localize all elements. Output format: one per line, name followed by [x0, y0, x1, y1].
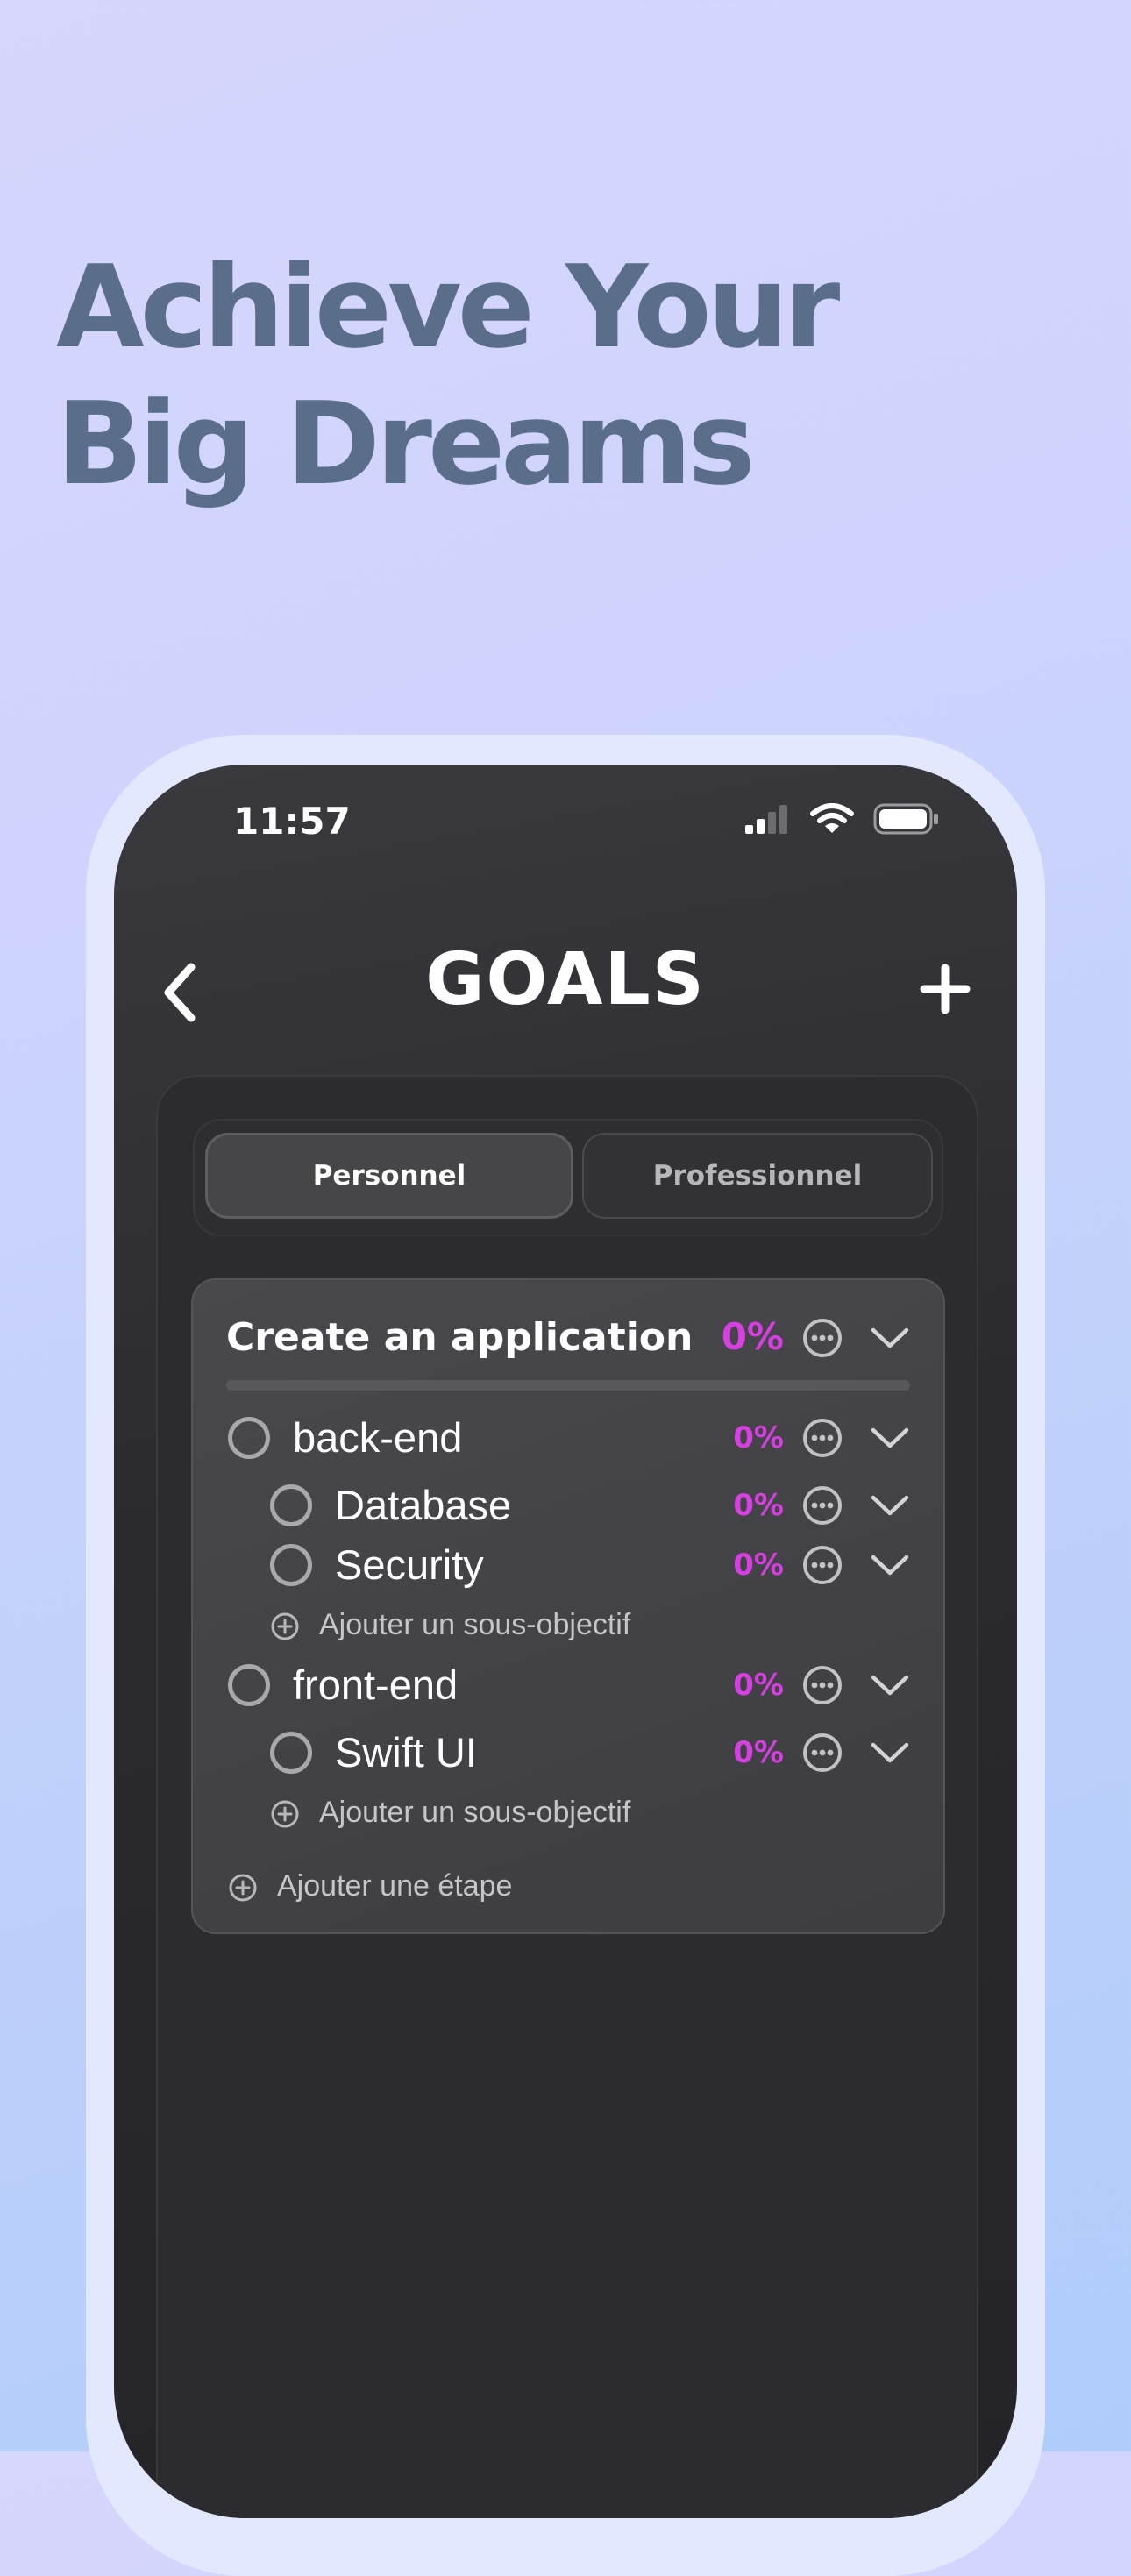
more-circle-icon[interactable]	[801, 1664, 843, 1706]
step-percent-front-end: 0%	[733, 1668, 784, 1703]
chevron-down-icon[interactable]	[870, 1733, 910, 1773]
category-segmented-control: Personnel Professionnel	[193, 1119, 943, 1236]
more-circle-icon[interactable]	[801, 1544, 843, 1586]
step-checkbox-back-end[interactable]	[228, 1417, 270, 1459]
goal-card: Create an application 0% back-end 0% Dat…	[191, 1278, 945, 1934]
more-circle-icon[interactable]	[801, 1732, 843, 1774]
battery-icon	[873, 803, 938, 835]
subgoal-percent-database: 0%	[733, 1488, 784, 1523]
chevron-down-icon[interactable]	[870, 1318, 910, 1358]
more-circle-icon[interactable]	[801, 1417, 843, 1459]
wifi-icon	[810, 803, 854, 833]
subgoal-label-swift-ui: Swift UI	[335, 1729, 477, 1775]
add-subgoal-link-front-end[interactable]: Ajouter un sous-objectif	[319, 1796, 630, 1830]
add-subgoal-link-back-end[interactable]: Ajouter un sous-objectif	[319, 1608, 630, 1642]
subgoal-checkbox-swift-ui[interactable]	[270, 1732, 312, 1774]
chevron-down-icon[interactable]	[870, 1545, 910, 1585]
phone-screen: 11:57 GOALS Personnel Professionnel Crea…	[114, 765, 1017, 2518]
segment-personnel[interactable]: Personnel	[205, 1133, 573, 1219]
goal-percent: 0%	[721, 1315, 784, 1358]
page-title: GOALS	[425, 938, 706, 1021]
step-checkbox-front-end[interactable]	[228, 1664, 270, 1706]
step-label-back-end: back-end	[293, 1414, 463, 1461]
signal-icon	[745, 805, 787, 834]
status-time: 11:57	[233, 800, 351, 843]
subgoal-percent-swift-ui: 0%	[733, 1735, 784, 1770]
status-icons	[743, 803, 940, 835]
subgoal-label-database: Database	[335, 1482, 512, 1528]
segment-professionnel[interactable]: Professionnel	[582, 1133, 933, 1219]
plus-circle-icon[interactable]	[270, 1612, 300, 1641]
more-circle-icon[interactable]	[801, 1484, 843, 1526]
subgoal-label-security: Security	[335, 1541, 484, 1588]
content-card: Personnel Professionnel Create an applic…	[156, 1075, 978, 2518]
chevron-down-icon[interactable]	[870, 1485, 910, 1526]
step-percent-back-end: 0%	[733, 1420, 784, 1455]
plus-icon[interactable]	[919, 963, 971, 1015]
chevron-down-icon[interactable]	[870, 1665, 910, 1705]
add-step-link[interactable]: Ajouter une étape	[277, 1869, 512, 1904]
subgoal-percent-security: 0%	[733, 1548, 784, 1583]
plus-circle-icon[interactable]	[270, 1799, 300, 1829]
step-label-front-end: front-end	[293, 1662, 459, 1708]
goal-progress-bar	[226, 1380, 910, 1391]
headline-line-1: Achieve Your	[56, 240, 840, 374]
subgoal-checkbox-security[interactable]	[270, 1544, 312, 1586]
headline-line-2: Big Dreams	[56, 377, 756, 510]
more-circle-icon[interactable]	[801, 1317, 843, 1359]
subgoal-checkbox-database[interactable]	[270, 1484, 312, 1526]
chevron-down-icon[interactable]	[870, 1418, 910, 1458]
plus-circle-icon[interactable]	[228, 1873, 258, 1903]
headline: Achieve Your Big Dreams	[56, 238, 840, 512]
goal-title: Create an application	[226, 1315, 694, 1360]
